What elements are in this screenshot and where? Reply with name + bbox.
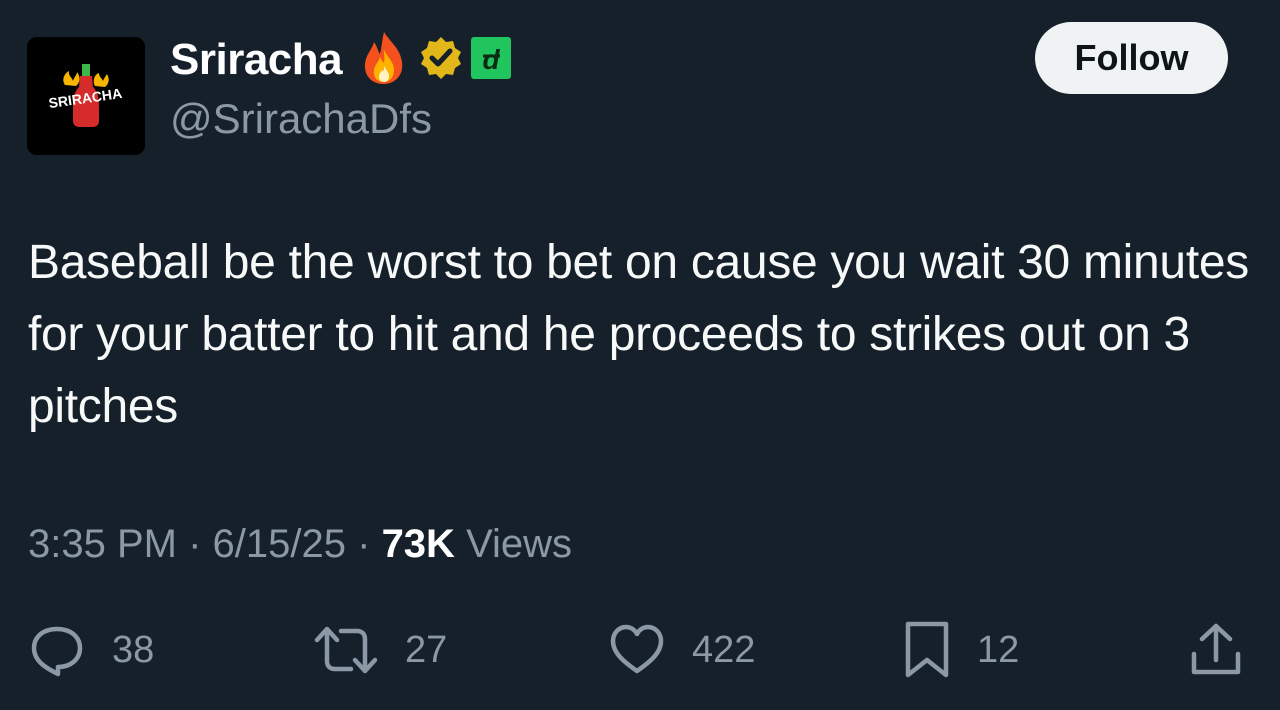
reply-button[interactable]: 38 (28, 620, 154, 680)
share-icon (1191, 623, 1241, 675)
bookmark-count: 12 (977, 628, 1020, 671)
display-name[interactable]: Sriracha (170, 35, 343, 85)
tweet-date[interactable]: 6/15/25 (213, 522, 346, 566)
follow-button[interactable]: Follow (1035, 22, 1228, 94)
tweet-time[interactable]: 3:35 PM (28, 522, 177, 566)
affiliate-badge-icon[interactable]: d (470, 34, 512, 87)
fire-icon (360, 30, 408, 91)
name-row: Sriracha d (170, 30, 512, 90)
retweet-button[interactable]: 27 (313, 620, 447, 680)
avatar[interactable]: SRIRACHA (27, 37, 145, 155)
reply-icon (31, 626, 83, 677)
bookmark-icon (905, 621, 949, 678)
tweet-text: Baseball be the worst to bet on cause yo… (28, 236, 1249, 433)
share-button[interactable] (1186, 620, 1246, 680)
svg-text:d: d (483, 44, 501, 75)
like-count: 422 (692, 628, 756, 671)
meta-separator: · (188, 522, 213, 566)
tweet-card: SRIRACHA Sriracha d @SrirachaDfs Follow … (0, 0, 1280, 710)
retweet-icon (314, 626, 378, 674)
sriracha-logo-icon: SRIRACHA (27, 37, 145, 155)
verified-badge-icon[interactable] (418, 35, 464, 86)
retweet-count: 27 (405, 628, 448, 671)
action-bar: 38 27 422 12 (0, 620, 1280, 680)
meta-separator: · (357, 522, 382, 566)
user-handle[interactable]: @SrirachaDfs (170, 95, 432, 143)
views-label: Views (466, 522, 573, 566)
bookmark-button[interactable]: 12 (903, 620, 1019, 680)
views-count: 73K (381, 522, 467, 566)
reply-count: 38 (112, 628, 155, 671)
heart-icon (610, 624, 664, 674)
like-button[interactable]: 422 (608, 620, 755, 680)
tweet-meta: 3:35 PM · 6/15/25 · 73K Views (28, 522, 572, 567)
